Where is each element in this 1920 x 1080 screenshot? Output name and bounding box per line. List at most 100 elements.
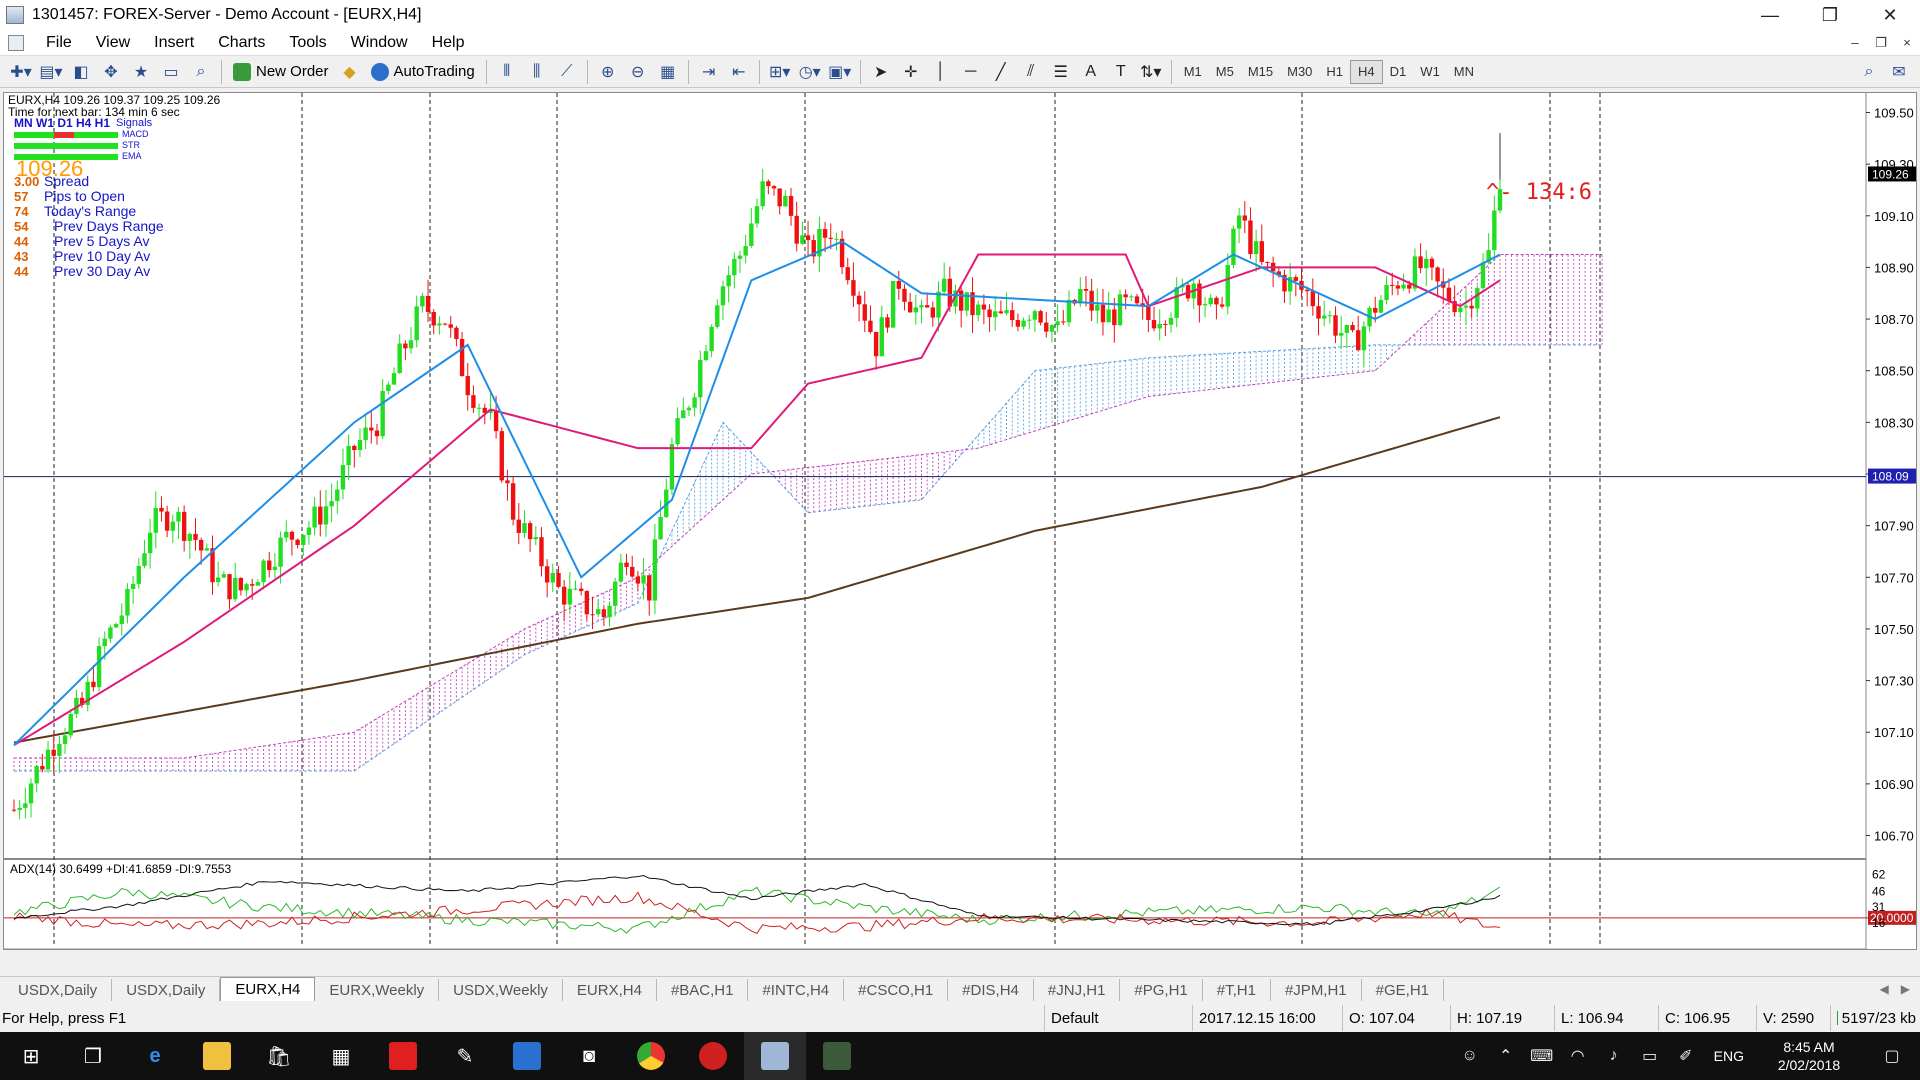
- autotrading-button[interactable]: AutoTrading: [367, 59, 479, 85]
- tab-pg-h1[interactable]: #PG,H1: [1120, 979, 1203, 1001]
- text-label-icon[interactable]: T: [1108, 59, 1134, 85]
- chart-window[interactable]: 109.50 109.30 109.10 108.90 108.70 108.50 108.…: [3, 92, 1917, 950]
- minimize-button[interactable]: —: [1740, 0, 1800, 30]
- terminal-icon[interactable]: ▭: [158, 59, 184, 85]
- file-explorer-icon[interactable]: [186, 1032, 248, 1080]
- mdi-close-button[interactable]: ×: [1894, 35, 1920, 51]
- start-icon[interactable]: ⊞: [0, 1032, 62, 1080]
- strategy-tester-icon[interactable]: ⌕: [188, 59, 214, 85]
- store-icon[interactable]: 🛍: [248, 1032, 310, 1080]
- candlestick-icon[interactable]: ⫼: [524, 59, 550, 85]
- timeframe-m1[interactable]: M1: [1177, 60, 1209, 84]
- trading-app-icon[interactable]: [682, 1032, 744, 1080]
- market-watch-icon[interactable]: ◧: [68, 59, 94, 85]
- new-chart-icon[interactable]: ✚▾: [8, 59, 34, 85]
- periods-icon[interactable]: ◷▾: [797, 59, 823, 85]
- edge-icon[interactable]: e: [124, 1032, 186, 1080]
- metaeditor-icon[interactable]: ◆: [337, 59, 363, 85]
- templates-icon[interactable]: ▣▾: [827, 59, 853, 85]
- fibonacci-icon[interactable]: ☰: [1048, 59, 1074, 85]
- chart-document-icon[interactable]: [8, 34, 24, 51]
- crosshair-icon[interactable]: ✛: [898, 59, 924, 85]
- mdi-restore-button[interactable]: ❐: [1868, 35, 1894, 51]
- timeframe-d1[interactable]: D1: [1383, 60, 1414, 84]
- battery-icon[interactable]: ▭: [1632, 1046, 1668, 1066]
- calculator-icon[interactable]: ▦: [310, 1032, 372, 1080]
- menu-charts[interactable]: Charts: [206, 34, 277, 52]
- menu-view[interactable]: View: [84, 34, 142, 52]
- tab-jnj-h1[interactable]: #JNJ,H1: [1034, 979, 1121, 1001]
- tab-eurx-h4[interactable]: EURX,H4: [563, 979, 657, 1001]
- paint-icon[interactable]: ✎: [434, 1032, 496, 1080]
- tab-jpm-h1[interactable]: #JPM,H1: [1271, 979, 1362, 1001]
- keyboard-icon[interactable]: ⌨: [1524, 1046, 1560, 1066]
- navigator-icon[interactable]: ★: [128, 59, 154, 85]
- clock[interactable]: 8:45 AM 2/02/2018: [1754, 1038, 1864, 1074]
- new-order-button[interactable]: New Order: [229, 59, 333, 85]
- tab-dis-h4[interactable]: #DIS,H4: [948, 979, 1034, 1001]
- timeframe-m5[interactable]: M5: [1209, 60, 1241, 84]
- tab-scroll-right-icon[interactable]: ▶: [1901, 982, 1910, 996]
- zoom-in-icon[interactable]: ⊕: [595, 59, 621, 85]
- equidistant-channel-icon[interactable]: ⫽: [1018, 59, 1044, 85]
- tab-t-h1[interactable]: #T,H1: [1203, 979, 1271, 1001]
- arrows-icon[interactable]: ⇅▾: [1138, 59, 1164, 85]
- menu-help[interactable]: Help: [420, 34, 477, 52]
- tab-usdx-weekly[interactable]: USDX,Weekly: [439, 979, 563, 1001]
- chrome-icon[interactable]: [620, 1032, 682, 1080]
- search-icon[interactable]: ⌕: [1856, 59, 1882, 85]
- restore-button[interactable]: ❐: [1800, 0, 1860, 30]
- tab-usdx-daily[interactable]: USDX,Daily: [112, 979, 221, 1001]
- language-indicator[interactable]: ENG: [1704, 1048, 1754, 1064]
- timeframe-w1[interactable]: W1: [1413, 60, 1447, 84]
- cursor-icon[interactable]: ➤: [868, 59, 894, 85]
- chevron-up-icon[interactable]: ⌃: [1488, 1046, 1524, 1066]
- line-chart-icon[interactable]: ⟋: [554, 59, 580, 85]
- menu-insert[interactable]: Insert: [142, 34, 206, 52]
- chat-icon[interactable]: ✉: [1886, 59, 1912, 85]
- mdi-minimize-button[interactable]: –: [1842, 35, 1868, 51]
- task-view-icon[interactable]: ❐: [62, 1032, 124, 1080]
- timeframe-m30[interactable]: M30: [1280, 60, 1319, 84]
- tab-scroll-left-icon[interactable]: ◀: [1880, 982, 1889, 996]
- tab-bac-h1[interactable]: #BAC,H1: [657, 979, 749, 1001]
- metatrader-icon[interactable]: [744, 1032, 806, 1080]
- menu-file[interactable]: File: [34, 34, 84, 52]
- data-window-icon[interactable]: ✥: [98, 59, 124, 85]
- chart-shift-icon[interactable]: ⇤: [726, 59, 752, 85]
- menu-tools[interactable]: Tools: [277, 34, 338, 52]
- text-icon[interactable]: A: [1078, 59, 1104, 85]
- timeframe-mn[interactable]: MN: [1447, 60, 1481, 84]
- people-icon[interactable]: ☺: [1452, 1047, 1488, 1065]
- tab-ge-h1[interactable]: #GE,H1: [1362, 979, 1445, 1001]
- zoom-out-icon[interactable]: ⊖: [625, 59, 651, 85]
- kaspersky-icon[interactable]: [372, 1032, 434, 1080]
- tab-usdx-daily[interactable]: USDX,Daily: [4, 979, 113, 1001]
- pen-icon[interactable]: ✐: [1668, 1046, 1704, 1066]
- timeframe-h1[interactable]: H1: [1319, 60, 1350, 84]
- tile-windows-icon[interactable]: ▦: [655, 59, 681, 85]
- volume-icon[interactable]: ♪: [1596, 1047, 1632, 1065]
- trendline-icon[interactable]: ╱: [988, 59, 1014, 85]
- candle-body: [669, 444, 675, 490]
- auto-scroll-icon[interactable]: ⇥: [696, 59, 722, 85]
- vertical-line-icon[interactable]: │: [928, 59, 954, 85]
- tab-csco-h1[interactable]: #CSCO,H1: [844, 979, 949, 1001]
- timeframe-m15[interactable]: M15: [1241, 60, 1280, 84]
- tab-eurx-h4[interactable]: EURX,H4: [220, 977, 316, 1001]
- wifi-icon[interactable]: ◠: [1560, 1046, 1596, 1066]
- camera-icon[interactable]: ◙: [558, 1032, 620, 1080]
- defender-icon[interactable]: [496, 1032, 558, 1080]
- timeframe-h4[interactable]: H4: [1350, 59, 1383, 84]
- close-button[interactable]: ✕: [1860, 0, 1920, 30]
- tab-intc-h4[interactable]: #INTC,H4: [748, 979, 845, 1001]
- horizontal-line-icon[interactable]: ─: [958, 59, 984, 85]
- price-chart[interactable]: 109.50109.30109.10108.90108.70108.50108.…: [4, 93, 1916, 949]
- go-app-icon[interactable]: [806, 1032, 868, 1080]
- menu-window[interactable]: Window: [339, 34, 420, 52]
- indicators-icon[interactable]: ⊞▾: [767, 59, 793, 85]
- tab-eurx-weekly[interactable]: EURX,Weekly: [315, 979, 440, 1001]
- notifications-icon[interactable]: ▢: [1864, 1046, 1920, 1066]
- bar-chart-icon[interactable]: ⫴: [494, 59, 520, 85]
- profiles-icon[interactable]: ▤▾: [38, 59, 64, 85]
